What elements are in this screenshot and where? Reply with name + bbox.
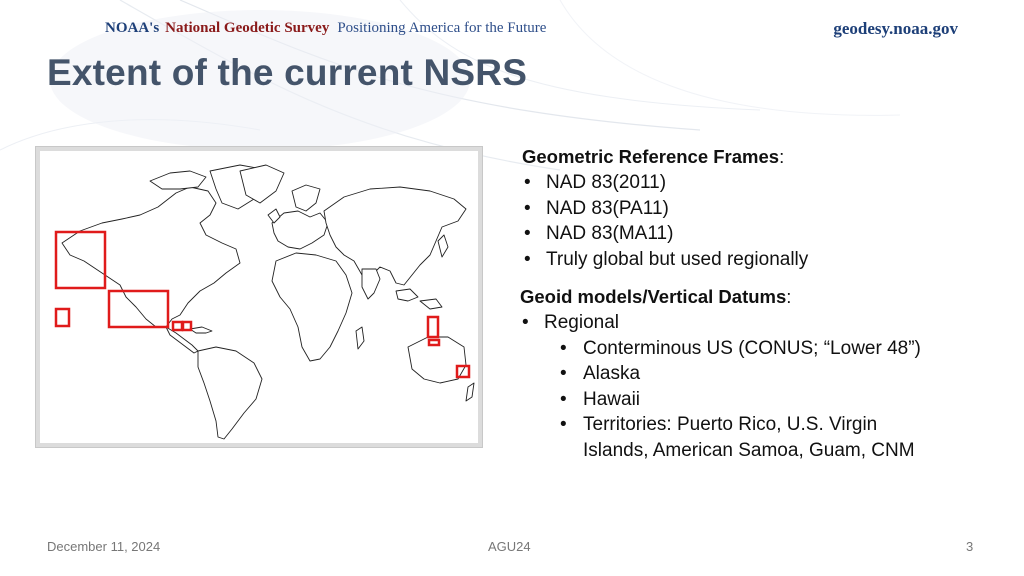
site-url: geodesy.noaa.gov <box>833 19 958 38</box>
world-map-icon <box>54 164 475 440</box>
geoid-section: Geoid models/Vertical Datums: Regional C… <box>520 284 935 464</box>
page-number: 3 <box>966 539 974 554</box>
footer-event: AGU24 <box>488 539 531 554</box>
virgin-islands-highlight <box>181 320 193 332</box>
puerto-rico-highlight <box>171 320 184 332</box>
list-item: Truly global but used regionally <box>522 247 808 273</box>
list-item: NAD 83(2011) <box>522 170 808 196</box>
slide-title: Extent of the current NSRS <box>47 52 528 93</box>
list-item-regional: Regional <box>520 310 935 336</box>
brand-tagline: Positioning America for the Future <box>337 20 547 36</box>
geoid-list: Regional <box>520 310 935 336</box>
list-item: Alaska <box>558 361 935 387</box>
geoid-heading-text: Geoid models/Vertical Datums <box>520 286 787 307</box>
reference-frames-section: Geometric Reference Frames: NAD 83(2011)… <box>522 144 808 272</box>
geoid-heading: Geoid models/Vertical Datums: <box>520 284 935 310</box>
footer-date: December 11, 2024 <box>47 539 161 554</box>
geoid-heading-colon: : <box>786 286 792 307</box>
brand-line: NOAA's National Geodetic Survey Positionin… <box>105 20 546 37</box>
header-bar: NOAA's National Geodetic Survey Positionin… <box>0 0 1024 52</box>
hawaii-highlight <box>54 307 71 328</box>
list-item: Hawaii <box>558 387 935 413</box>
reference-frames-list: NAD 83(2011) NAD 83(PA11) NAD 83(MA11) T… <box>522 170 808 272</box>
brand-noaa: NOAA's <box>105 20 160 36</box>
brand-ngs: National Geodetic Survey <box>165 20 330 36</box>
reference-frames-heading-colon: : <box>779 146 785 167</box>
geoid-sub-list: Conterminous US (CONUS; “Lower 48”) Alas… <box>558 336 935 464</box>
reference-frames-heading-text: Geometric Reference Frames <box>522 146 780 167</box>
list-item: Conterminous US (CONUS; “Lower 48”) <box>558 336 935 362</box>
world-map-figure <box>36 147 482 447</box>
cnmi-highlight <box>426 315 440 339</box>
reference-frames-heading: Geometric Reference Frames: <box>522 144 808 170</box>
list-item: NAD 83(MA11) <box>522 221 808 247</box>
list-item: Territories: Puerto Rico, U.S. Virgin Is… <box>558 412 935 463</box>
list-item: NAD 83(PA11) <box>522 196 808 222</box>
